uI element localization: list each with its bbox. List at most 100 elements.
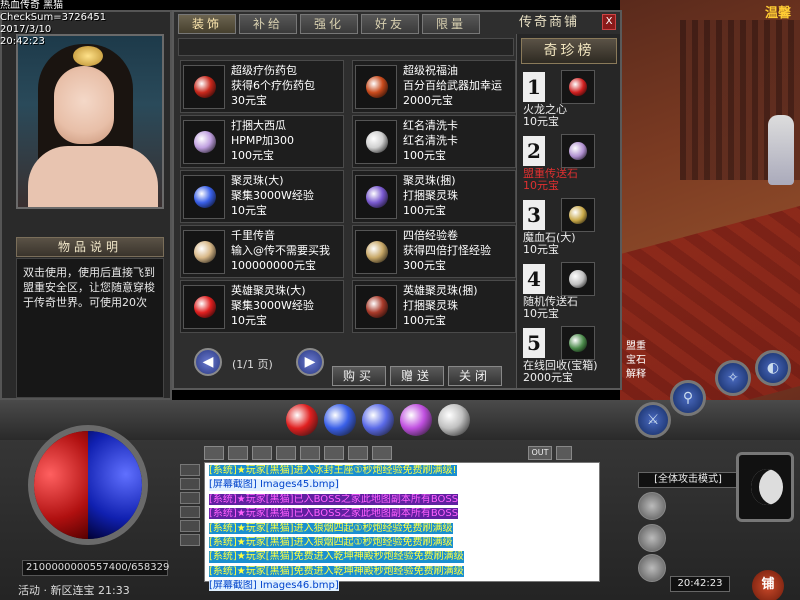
item-icon-slot [183, 65, 225, 109]
next-page-button[interactable]: ▶ [296, 348, 324, 376]
rare-item[interactable]: 3 魔血石(大) 10元宝 [521, 198, 617, 260]
chat-line: [系统]★玩家[黑猫]已入BOSS之家此地图副本所有BOSS [209, 508, 459, 520]
menu-round-button[interactable] [638, 492, 666, 520]
shop-item[interactable]: 聚灵珠(捆) 打捆聚灵珠 100元宝 [352, 170, 516, 223]
chat-line-row: [系统]★玩家[黑猫]进入冰封王座①秒炮经验免费刷满级! [209, 465, 595, 479]
chat-side-button[interactable] [180, 464, 200, 476]
potion-slot[interactable] [400, 404, 432, 436]
tab-supply[interactable]: 补给 [239, 14, 297, 34]
item-description-header: 物品说明 [16, 237, 164, 257]
item-icon-slot [355, 175, 397, 219]
tab-enhance[interactable]: 强化 [300, 14, 358, 34]
chat-filter-button[interactable] [324, 446, 344, 460]
chat-side-button[interactable] [180, 534, 200, 546]
shop-item[interactable]: 四倍经验卷 获得四倍打怪经验 300元宝 [352, 225, 516, 278]
shop-item[interactable]: 红名清洗卡 红名清洗卡 100元宝 [352, 115, 516, 168]
item-icon-slot [355, 285, 397, 329]
menu-round-button[interactable] [638, 524, 666, 552]
prev-page-button[interactable]: ◀ [194, 348, 222, 376]
tab-limited[interactable]: 限量 [422, 14, 480, 34]
right-hud: [全体攻击模式] 20:42:23 铺 [630, 440, 800, 600]
portrait-body [28, 146, 158, 207]
side-tag[interactable]: 盟重 [626, 340, 666, 354]
chat-log[interactable]: [系统]★玩家[黑猫]进入冰封王座①秒炮经验免费刷满级! [屏幕截图] Image… [204, 462, 600, 592]
day-night-indicator [736, 452, 794, 522]
potion-slot[interactable] [324, 404, 356, 436]
chat-line: [系统]★玩家[黑猫]已入BOSS之家此地图副本所有BOSS [209, 493, 459, 506]
page-indicator: (1/1 页) [232, 358, 273, 371]
potion-slot[interactable] [438, 404, 470, 436]
chat-side-buttons [178, 462, 202, 582]
close-icon[interactable]: X [602, 14, 616, 30]
rare-item[interactable]: 5 在线回收(宝箱) 2000元宝 [521, 326, 617, 388]
skill-orb-button[interactable]: ⚔ [635, 402, 671, 438]
chat-line-row: [系统]★玩家[黑猫]进入狼烟四起①秒炮经验免费刷满级 [209, 537, 595, 551]
portrait-face [54, 66, 114, 144]
item-price: 100元宝 [403, 204, 446, 217]
potion-slot[interactable] [362, 404, 394, 436]
rare-ranking-title: 奇珍榜 [521, 38, 617, 64]
skill-orb-button[interactable]: ⚲ [670, 380, 706, 416]
chat-side-button[interactable] [180, 520, 200, 532]
hp-mp-orb [28, 425, 148, 545]
chat-line-row: [系统]★玩家[黑猫]免费进入乾坤神殿秒炮经验免费刷满级 [209, 565, 595, 580]
shop-item[interactable]: 千里传音 输入@传不需要买我 100000000元宝 [180, 225, 344, 278]
chat-out-button[interactable]: OUT [528, 446, 552, 460]
chat-filter-button[interactable] [204, 446, 224, 460]
shop-item[interactable]: 打捆大西瓜 HPMP加300 100元宝 [180, 115, 344, 168]
buy-button[interactable]: 购买 [332, 366, 386, 386]
chat-filter-button[interactable] [228, 446, 248, 460]
close-button[interactable]: 关闭 [448, 366, 502, 386]
item-icon-slot [183, 175, 225, 219]
item-icon [366, 186, 388, 208]
npc-figure[interactable] [768, 115, 794, 185]
skill-orb-button[interactable]: ◐ [755, 350, 791, 386]
chat-side-button[interactable] [180, 478, 200, 490]
chat-toolbar: OUT [200, 444, 600, 462]
chat-filter-button[interactable] [252, 446, 272, 460]
rare-item[interactable]: 1 火龙之心 10元宝 [521, 70, 617, 132]
rare-item-icon [569, 206, 587, 224]
shop-item[interactable]: 超级祝福油 百分百给武器加幸运 2000元宝 [352, 60, 516, 113]
item-icon [366, 76, 388, 98]
item-desc: 获得6个疗伤药包 [231, 79, 315, 92]
item-icon-slot [183, 285, 225, 329]
bottom-hud: 2100000000557400/658329 活动 · 新区连宝 21:33 … [0, 400, 800, 600]
chat-toggle-button[interactable] [556, 446, 572, 460]
attack-mode[interactable]: [全体攻击模式] [638, 472, 738, 488]
chat-side-button[interactable] [180, 492, 200, 504]
chat-filter-button[interactable] [300, 446, 320, 460]
potion-slot[interactable] [286, 404, 318, 436]
chat-side-button[interactable] [180, 506, 200, 518]
shop-item[interactable]: 英雄聚灵珠(捆) 打捆聚灵珠 100元宝 [352, 280, 516, 333]
tab-decoration[interactable]: 装饰 [178, 14, 236, 34]
exp-display: 2100000000557400/658329 [22, 560, 169, 576]
top-banner: 温馨 [765, 6, 792, 21]
rare-item-icon-slot [561, 262, 595, 296]
pager: ◀ (1/1 页) ▶ [194, 348, 324, 378]
shop-item[interactable]: 超级疗伤药包 获得6个疗伤药包 30元宝 [180, 60, 344, 113]
chat-filter-button[interactable] [372, 446, 392, 460]
shop-item[interactable]: 聚灵珠(大) 聚集3000W经验 10元宝 [180, 170, 344, 223]
item-icon [366, 241, 388, 263]
item-name: 聚灵珠(捆) [403, 174, 456, 187]
rank-number: 1 [523, 72, 545, 102]
shop-item[interactable]: 英雄聚灵珠(大) 聚集3000W经验 10元宝 [180, 280, 344, 333]
mp-orb [88, 431, 142, 539]
item-price: 2000元宝 [403, 94, 453, 107]
rare-item-icon [569, 142, 587, 160]
rare-item[interactable]: 2 盟重传送石 10元宝 [521, 134, 617, 196]
side-tag[interactable]: 解释 [626, 368, 666, 382]
chat-filter-button[interactable] [348, 446, 368, 460]
side-tag[interactable]: 宝石 [626, 354, 666, 368]
item-icon [366, 296, 388, 318]
shop-shortcut-button[interactable]: 铺 [752, 570, 784, 600]
item-price: 100元宝 [403, 149, 446, 162]
skill-orb-button[interactable]: ✧ [715, 360, 751, 396]
rare-item[interactable]: 4 随机传送石 10元宝 [521, 262, 617, 324]
gift-button[interactable]: 赠送 [390, 366, 444, 386]
tab-friends[interactable]: 好友 [361, 14, 419, 34]
menu-round-button[interactable] [638, 554, 666, 582]
chat-filter-button[interactable] [276, 446, 296, 460]
shop-subbar [178, 38, 514, 56]
